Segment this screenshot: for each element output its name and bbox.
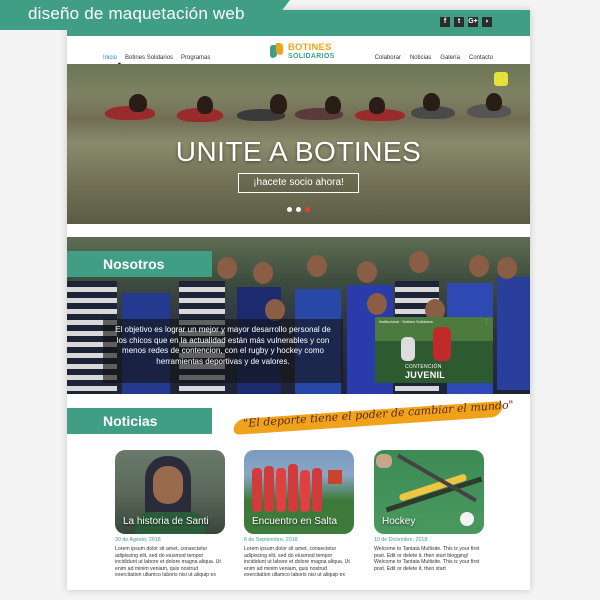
presentation-banner: diseño de maquetación web: [0, 0, 290, 30]
logo-line-1: BOTINES: [288, 42, 332, 53]
section-title-noticias: Noticias: [67, 408, 212, 434]
slider-dot-active[interactable]: [305, 207, 310, 212]
logo-mark-icon: [270, 43, 284, 59]
google-plus-icon[interactable]: G+: [468, 17, 478, 27]
news-date: 6 de Septiembre, 2018: [244, 537, 298, 543]
about-text: El objetivo es lograr un mejor y mayor d…: [103, 319, 343, 383]
nav-item-programas[interactable]: Programas: [181, 55, 210, 61]
hero-title: UNITE A BOTINES: [175, 136, 422, 167]
nav-item-inicio[interactable]: Inicio: [103, 55, 117, 61]
slider-dots: [287, 207, 310, 212]
video-caption-2: JUVENIL: [405, 370, 446, 380]
news-card[interactable]: Hockey 10 de Diciembre, 2018 Welcome to …: [374, 450, 484, 585]
news-date: 30 de Agosto, 2018: [115, 537, 161, 543]
news-card[interactable]: Encuentro en Salta 6 de Septiembre, 2018…: [244, 450, 354, 585]
news-title: Encuentro en Salta: [252, 516, 338, 527]
section-title-nosotros: Nosotros: [67, 251, 212, 277]
news-excerpt: Lorem ipsum dolor sit amet, consectetur …: [244, 546, 350, 579]
video-player[interactable]: Institucional · Botines Solidarios ⋮ CON…: [375, 317, 493, 383]
nav-item-galeria[interactable]: Galería: [440, 55, 460, 61]
join-button[interactable]: ¡hacete socio ahora!: [238, 173, 359, 193]
news-card[interactable]: La historia de Santi 30 de Agosto, 2018 …: [115, 450, 225, 585]
slider-dot[interactable]: [296, 207, 301, 212]
banner-title: diseño de maquetación web: [28, 4, 245, 23]
news-excerpt: Welcome to Tantata Multisite. This is yo…: [374, 546, 480, 572]
video-title: Institucional · Botines Solidarios: [379, 320, 433, 324]
slider-dot[interactable]: [287, 207, 292, 212]
video-options-icon[interactable]: ⋮: [484, 319, 489, 325]
quote-banner: "El deporte tiene el poder de cambiar el…: [231, 396, 514, 436]
facebook-icon[interactable]: f: [440, 17, 450, 27]
logo-line-2: SOLIDARIOS: [288, 52, 335, 60]
nav-item-noticias[interactable]: Noticias: [410, 55, 431, 61]
site-logo[interactable]: BOTINES SOLIDARIOS: [270, 43, 335, 60]
social-links: f t G+ ◗: [440, 17, 492, 27]
rss-icon[interactable]: ◗: [482, 17, 492, 27]
news-excerpt: Lorem ipsum dolor sit amet, consectetur …: [115, 546, 221, 579]
twitter-icon[interactable]: t: [454, 17, 464, 27]
news-title: La historia de Santi: [123, 516, 209, 527]
website-mockup: f t G+ ◗ Inicio Botines Solidarios Progr…: [67, 10, 530, 590]
news-cards: La historia de Santi 30 de Agosto, 2018 …: [115, 450, 505, 585]
team-photo-section: Nosotros El objetivo es lograr un mejor …: [67, 237, 530, 394]
nav-item-botines-solidarios[interactable]: Botines Solidarios: [125, 55, 173, 61]
nav-item-contacto[interactable]: Contacto: [469, 55, 493, 61]
news-date: 10 de Diciembre, 2018: [374, 537, 428, 543]
nav-item-colaborar[interactable]: Colaborar: [375, 55, 401, 61]
hero-slider: UNITE A BOTINES ¡hacete socio ahora!: [67, 64, 530, 224]
news-title: Hockey: [382, 516, 416, 527]
